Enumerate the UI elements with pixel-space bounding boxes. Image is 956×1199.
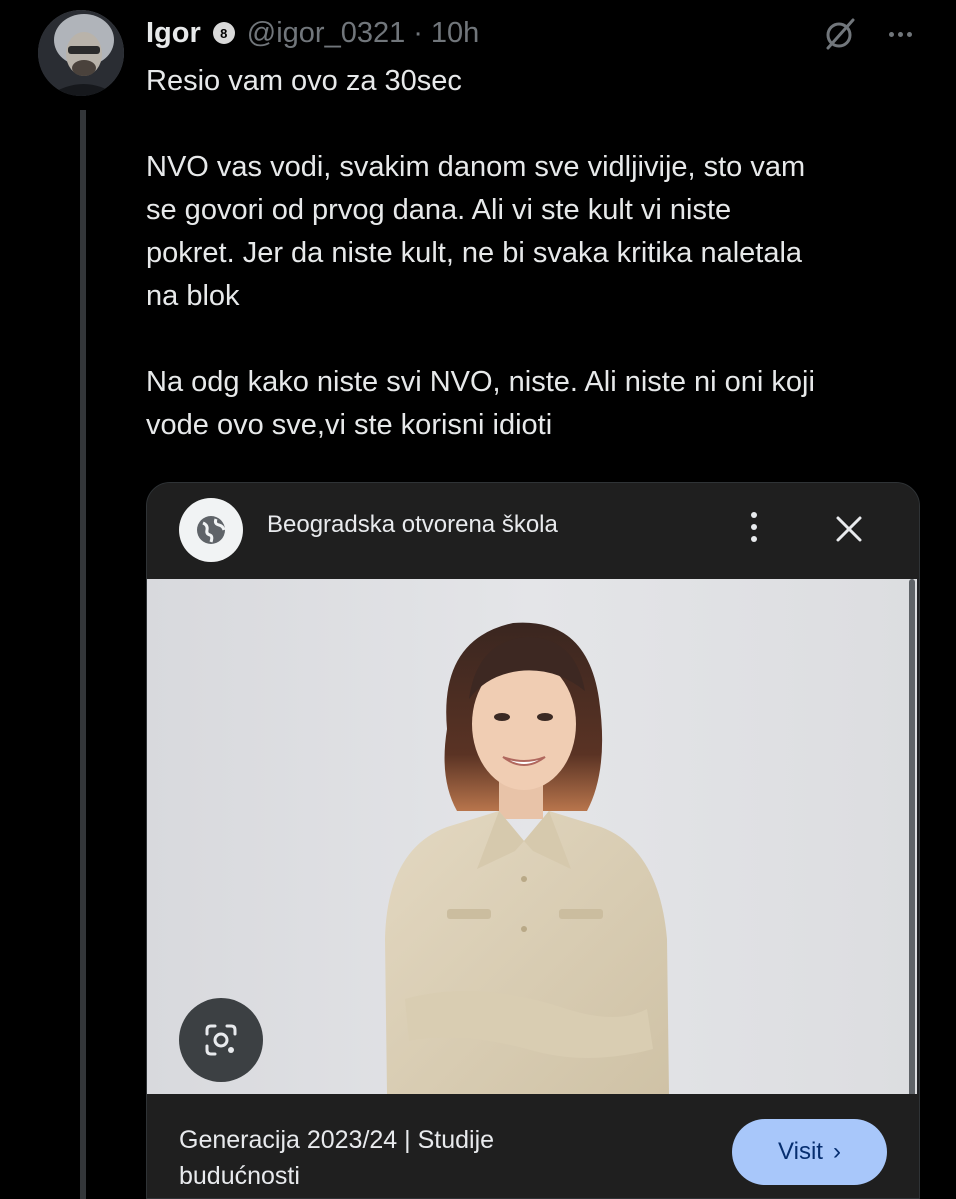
result-title[interactable]: Generacija 2023/24 | Studije budućnosti [179,1122,619,1194]
more-vertical-icon[interactable] [739,507,769,547]
attached-screenshot-card[interactable]: Beogradska otvorena škola Generacija 202… [146,482,920,1199]
chevron-right-icon: › [832,1138,841,1165]
result-photo[interactable] [147,579,917,1094]
tweet-header: Igor 8 @igor_0321 · 10h [146,14,479,52]
close-icon[interactable] [829,509,869,549]
scrollbar[interactable] [909,579,915,1119]
tweet-paragraph-1: Resio vam ovo za 30sec [146,65,462,97]
author-name[interactable]: Igor [146,17,201,50]
visit-button[interactable]: Visit › [732,1119,887,1185]
badge-label: 8 [220,25,228,41]
site-name: Beogradska otvorena škola [267,511,558,538]
account-badge-icon: 8 [212,22,235,44]
google-lens-icon[interactable] [179,998,263,1082]
card-bottom-bar: Generacija 2023/24 | Studije budućnosti … [147,1094,919,1198]
avatar[interactable] [38,10,124,96]
header-separator: · [413,16,423,49]
more-horizontal-icon[interactable] [880,22,920,46]
author-handle[interactable]: @igor_0321 [247,17,405,50]
grok-icon[interactable] [820,14,860,54]
tweet-body: Resio vam ovo za 30sec NVO vas vodi, sva… [146,60,926,447]
tweet-paragraph-3: Na odg kako niste svi NVO, niste. Ali ni… [146,366,815,441]
globe-icon[interactable] [179,498,243,562]
tweet-paragraph-2: NVO vas vodi, svakim danom sve vidljivij… [146,151,806,312]
thread-connector-line [80,110,86,1199]
visit-button-label: Visit [778,1138,823,1165]
tweet-timestamp[interactable]: 10h [431,17,479,50]
card-top-bar: Beogradska otvorena škola [147,483,919,579]
